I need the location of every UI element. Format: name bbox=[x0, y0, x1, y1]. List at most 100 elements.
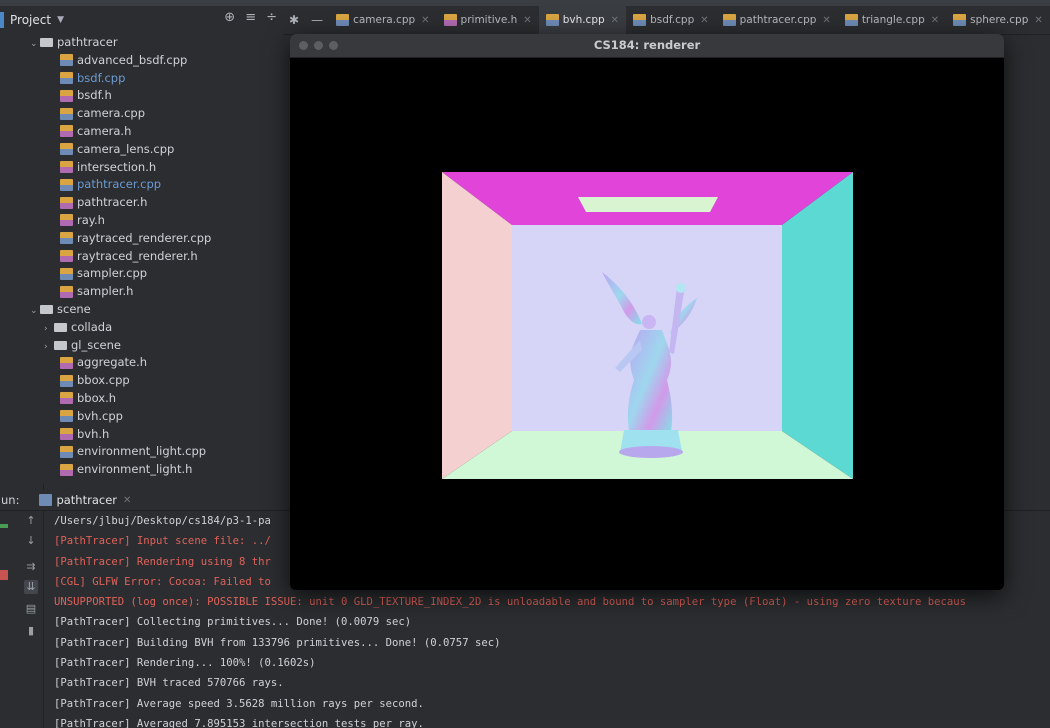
tree-item-bvh-h[interactable]: bvh.h bbox=[0, 426, 283, 444]
folder-icon bbox=[40, 38, 53, 47]
tree-item-pathtracer-cpp[interactable]: pathtracer.cpp bbox=[0, 176, 283, 194]
collapse-all-icon[interactable]: ÷ bbox=[266, 10, 277, 25]
tab-sphere-cpp[interactable]: sphere.cpp ✕ bbox=[946, 6, 1050, 34]
run-tab-pathtracer[interactable]: pathtracer ✕ bbox=[39, 493, 131, 507]
tree-item-sampler-cpp[interactable]: sampler.cpp bbox=[0, 265, 283, 283]
editor-tab-strip: ✱ — camera.cpp ✕ primitive.h ✕ bvh.cpp ✕ bsdf.… bbox=[283, 6, 1050, 35]
print-icon[interactable]: ▤ bbox=[24, 602, 38, 616]
chevron-down-icon[interactable]: ▼ bbox=[57, 15, 64, 25]
tab-label: triangle.cpp bbox=[861, 14, 925, 26]
header-file-icon bbox=[60, 214, 73, 227]
tab-primitive-h[interactable]: primitive.h ✕ bbox=[437, 6, 539, 34]
tree-item-environment-light-h[interactable]: environment_light.h bbox=[0, 461, 283, 479]
console-line: [PathTracer] Rendering... 100%! (0.1602s… bbox=[54, 657, 316, 670]
tree-item-intersection-h[interactable]: intersection.h bbox=[0, 159, 283, 177]
tab-camera-cpp[interactable]: camera.cpp ✕ bbox=[329, 6, 436, 34]
tree-item-raytraced-renderer-h[interactable]: raytraced_renderer.h bbox=[0, 248, 283, 266]
close-icon[interactable]: ✕ bbox=[1034, 15, 1042, 26]
cpp-file-icon bbox=[60, 107, 73, 120]
renderer-window[interactable]: CS184: renderer bbox=[290, 34, 1004, 590]
tree-item-label: aggregate.h bbox=[77, 355, 148, 370]
settings-gear-icon[interactable]: ✱ bbox=[283, 13, 305, 27]
scroll-to-end-icon[interactable]: ⇊ bbox=[24, 580, 38, 594]
tree-item-bsdf-h[interactable]: bsdf.h bbox=[0, 87, 283, 105]
tab-triangle-cpp[interactable]: triangle.cpp ✕ bbox=[838, 6, 946, 34]
tab-label: bvh.cpp bbox=[562, 14, 605, 26]
tree-item-label: camera.cpp bbox=[77, 106, 146, 121]
tree-item-pathtracer[interactable]: ⌄ pathtracer bbox=[0, 34, 283, 52]
cpp-file-icon bbox=[60, 445, 73, 458]
tree-item-camera-lens-cpp[interactable]: camera_lens.cpp bbox=[0, 141, 283, 159]
cpp-file-icon bbox=[60, 374, 73, 387]
header-file-icon bbox=[60, 392, 73, 405]
stop-indicator[interactable] bbox=[0, 570, 8, 580]
header-file-icon bbox=[60, 285, 73, 298]
tab-label: primitive.h bbox=[460, 14, 518, 26]
cpp-file-icon bbox=[722, 14, 736, 26]
tree-item-label: raytraced_renderer.cpp bbox=[77, 230, 212, 245]
rerun-icon[interactable]: ↑ bbox=[24, 514, 38, 528]
tree-item-aggregate-h[interactable]: aggregate.h bbox=[0, 354, 283, 372]
run-tab-label: pathtracer bbox=[56, 493, 118, 507]
console-line: [PathTracer] Collecting primitives... Do… bbox=[54, 616, 412, 629]
cpp-file-icon bbox=[633, 14, 647, 26]
scroll-down-icon[interactable]: ↓ bbox=[24, 534, 38, 548]
close-icon[interactable]: ✕ bbox=[611, 15, 619, 26]
tree-item-scene[interactable]: ⌄ scene bbox=[0, 301, 283, 319]
header-file-icon bbox=[60, 463, 73, 476]
tree-item-raytraced-renderer-cpp[interactable]: raytraced_renderer.cpp bbox=[0, 230, 283, 248]
tab-label: pathtracer.cpp bbox=[739, 14, 817, 26]
tab-bvh-cpp[interactable]: bvh.cpp ✕ bbox=[538, 6, 627, 34]
tree-item-ray-h[interactable]: ray.h bbox=[0, 212, 283, 230]
area-light bbox=[578, 197, 718, 212]
close-icon[interactable]: ✕ bbox=[700, 15, 708, 26]
project-tree: ⌄ pathtracer advanced_bsdf.cpp bsdf.cpp bsdf… bbox=[0, 34, 283, 484]
tree-item-collada[interactable]: › collada bbox=[0, 319, 283, 337]
tree-item-camera-h[interactable]: camera.h bbox=[0, 123, 283, 141]
tree-item-label: bsdf.cpp bbox=[77, 70, 126, 85]
expand-all-icon[interactable]: ≡ bbox=[245, 10, 256, 25]
tree-item-environment-light-cpp[interactable]: environment_light.cpp bbox=[0, 443, 283, 461]
tree-item-sampler-h[interactable]: sampler.h bbox=[0, 283, 283, 301]
close-icon[interactable]: ✕ bbox=[822, 15, 830, 26]
folder-icon bbox=[54, 340, 67, 350]
tree-item-label: pathtracer bbox=[57, 35, 118, 49]
tree-item-gl-scene[interactable]: › gl_scene bbox=[0, 337, 283, 355]
project-title[interactable]: Project bbox=[10, 13, 51, 27]
run-toolbar: ↑ ↓ ⇉ ⇊ ▤ ▮ bbox=[0, 484, 44, 728]
renderer-title-bar[interactable]: CS184: renderer bbox=[290, 34, 1004, 58]
tree-item-advanced-bsdf-cpp[interactable]: advanced_bsdf.cpp bbox=[0, 52, 283, 70]
cpp-file-icon bbox=[60, 267, 73, 280]
cpp-file-icon bbox=[60, 143, 73, 156]
close-icon[interactable]: ✕ bbox=[421, 15, 429, 26]
tree-item-label: intersection.h bbox=[77, 159, 157, 174]
hide-panel-icon[interactable]: — bbox=[305, 13, 329, 27]
cpp-file-icon bbox=[60, 72, 73, 85]
tab-pathtracer-cpp[interactable]: pathtracer.cpp ✕ bbox=[716, 6, 838, 34]
tab-bsdf-cpp[interactable]: bsdf.cpp ✕ bbox=[626, 6, 716, 34]
close-icon[interactable]: ✕ bbox=[523, 15, 531, 26]
right-wall bbox=[782, 172, 853, 479]
tree-item-label: pathtracer.cpp bbox=[77, 177, 162, 192]
tree-item-label: raytraced_renderer.h bbox=[77, 248, 198, 263]
tree-item-bvh-cpp[interactable]: bvh.cpp bbox=[0, 408, 283, 426]
close-icon[interactable]: ✕ bbox=[931, 15, 939, 26]
tree-item-bbox-cpp[interactable]: bbox.cpp bbox=[0, 372, 283, 390]
tab-label: camera.cpp bbox=[353, 14, 416, 26]
tree-item-label: bvh.cpp bbox=[77, 408, 123, 423]
locate-file-icon[interactable]: ⊕ bbox=[224, 10, 235, 25]
folder-icon bbox=[40, 304, 53, 314]
tree-item-label: pathtracer.h bbox=[77, 195, 148, 210]
tree-item-label: collada bbox=[71, 319, 113, 334]
tree-item-bbox-h[interactable]: bbox.h bbox=[0, 390, 283, 408]
close-icon[interactable]: ✕ bbox=[123, 495, 131, 506]
cpp-file-icon bbox=[545, 14, 559, 26]
trash-icon[interactable]: ▮ bbox=[24, 624, 38, 638]
tree-item-camera-cpp[interactable]: camera.cpp bbox=[0, 105, 283, 123]
cpp-file-icon bbox=[60, 410, 73, 423]
soft-wrap-icon[interactable]: ⇉ bbox=[24, 560, 38, 574]
tree-item-pathtracer-h[interactable]: pathtracer.h bbox=[0, 194, 283, 212]
tree-item-label: bsdf.h bbox=[77, 88, 112, 103]
tree-item-bsdf-cpp[interactable]: bsdf.cpp bbox=[0, 70, 283, 88]
render-viewport[interactable] bbox=[290, 58, 1004, 590]
